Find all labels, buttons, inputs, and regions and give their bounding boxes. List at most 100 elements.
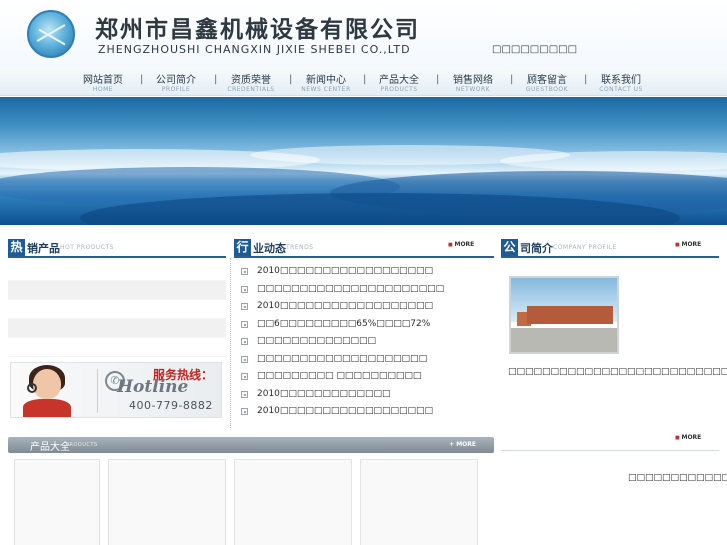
divider xyxy=(97,369,98,413)
list-item[interactable] xyxy=(8,319,226,338)
products-title-en: PRODUCTS xyxy=(66,442,98,448)
nav-item-guestbook[interactable]: 顾客留言 GUESTBOOK xyxy=(510,71,584,93)
news-title: □□□□□□□□□□□□□□ xyxy=(257,336,377,346)
news-title-first: 行 xyxy=(234,239,251,256)
news-item[interactable]: □□□□□□□□□□□□□□ xyxy=(236,334,494,352)
nav-label-en: CONTACT US xyxy=(599,86,643,93)
square-bullet-icon xyxy=(241,338,248,345)
company-profile-more-button[interactable]: MORE xyxy=(675,241,701,248)
nav-item-network[interactable]: 销售网络 NETWORK xyxy=(436,71,510,93)
nav-label-en: HOME xyxy=(92,86,114,93)
hot-products-list xyxy=(8,262,226,358)
news-item[interactable]: □□□□□□□□□□□□□□□□□□□□ xyxy=(236,352,494,370)
company-profile-title-first: 公 xyxy=(501,239,518,256)
news-item[interactable]: □□□□□□□□□ □□□□□□□□□□ xyxy=(236,369,494,387)
hotline-banner[interactable]: ✆ 服务热线： Hotline 400-779-8882 xyxy=(10,362,222,418)
nav-label: 公司简介 xyxy=(156,75,196,86)
news-title: 2010□□□□□□□□□□□□□ xyxy=(257,388,391,399)
nav-label: 销售网络 xyxy=(453,75,493,86)
company-profile-title-en: COMPANY PROFILE xyxy=(553,244,617,251)
hotline-number: 400-779-8882 xyxy=(129,399,213,412)
contact-text: □□□□□□□□□□□□□□□□“□□□□□□□□□”□□□□□□□□□□□□□… xyxy=(628,473,727,483)
news-title-en: TRENDS xyxy=(286,244,314,251)
hot-products-title: 销产品 xyxy=(27,242,60,255)
nav-label: 产品大全 xyxy=(379,75,419,86)
nav-item-credentials[interactable]: 资质荣誉 CREDENTIALS xyxy=(214,71,288,93)
hero-banner xyxy=(0,97,727,225)
products-more-button[interactable]: + MORE xyxy=(449,441,476,448)
nav-label-en: PROFILE xyxy=(161,86,191,93)
company-profile-body: □□□□□□□□□□□□□□□□□□□□□□□□□□□□□□□□□□□□□□□□… xyxy=(508,367,727,377)
nav-item-profile[interactable]: 公司简介 PROFILE xyxy=(139,71,213,93)
nav-label-en: NEWS CENTER xyxy=(301,86,351,93)
square-bullet-icon xyxy=(241,285,248,293)
company-name: 郑州市昌鑫机械设备有限公司 xyxy=(95,16,420,43)
nav-label-en: NETWORK xyxy=(455,86,491,93)
news-more-button[interactable]: MORE xyxy=(448,241,474,248)
news-header: 行 业动态 TRENDS MORE xyxy=(234,236,494,258)
square-bullet-icon xyxy=(241,303,248,310)
header-tagline: □□□□□□□□□ xyxy=(492,44,578,55)
company-profile-header: 公 司简介 COMPANY PROFILE MORE xyxy=(501,236,719,258)
hot-products-title-first: 热 xyxy=(8,239,25,256)
nav-item-contact[interactable]: 联系我们 CONTACT US xyxy=(584,71,658,93)
company-profile-text: □□□□□□□□□□□□□□□□□□□□□□□□□□□□□□□□□□□□□□□□… xyxy=(508,273,727,382)
products-title: 产品大全 xyxy=(30,442,70,453)
news-title: 2010□□□□□□□□□□□□□□□□□□ xyxy=(257,301,433,311)
nav-item-home[interactable]: 网站首页 HOME xyxy=(66,71,140,93)
nav-label-en: GUESTBOOK xyxy=(525,86,569,93)
logo-line xyxy=(36,24,66,42)
nav-label-en: PRODUCTS xyxy=(380,86,418,93)
news-item[interactable]: 2010□□□□□□□□□□□□□□□□□□ xyxy=(236,404,494,422)
company-name-en: ZHENGZHOUSHI CHANGXIN JIXIE SHEBEI CO.,L… xyxy=(98,43,411,56)
nav-label-en: CREDENTIALS xyxy=(227,86,275,93)
news-title: □□6□□□□□□□□□65%□□□□72% xyxy=(257,318,431,329)
square-bullet-icon xyxy=(241,373,248,380)
square-bullet-icon xyxy=(241,320,248,328)
list-item[interactable] xyxy=(8,300,226,319)
nav-item-products[interactable]: 产品大全 PRODUCTS xyxy=(362,71,436,93)
column-divider xyxy=(230,258,231,428)
news-title: 2010□□□□□□□□□□□□□□□□□□ xyxy=(257,266,433,276)
square-bullet-icon xyxy=(241,390,248,398)
product-card[interactable] xyxy=(234,459,352,545)
avatar-body xyxy=(23,399,71,417)
nav-label: 联系我们 xyxy=(601,75,641,86)
nav-label: 资质荣誉 xyxy=(231,75,271,86)
hotline-word: Hotline xyxy=(117,377,189,397)
list-item[interactable] xyxy=(8,338,226,357)
product-card[interactable] xyxy=(108,459,226,545)
news-item[interactable]: 2010□□□□□□□□□□□□□□□□□□ xyxy=(236,264,494,282)
product-card[interactable] xyxy=(14,459,100,545)
square-bullet-icon xyxy=(241,408,248,415)
news-title: □□□□□□□□□□□□□□□□□□□□ xyxy=(257,353,428,364)
page: 郑州市昌鑫机械设备有限公司 ZHENGZHOUSHI CHANGXIN JIXI… xyxy=(0,0,727,545)
nav-label: 顾客留言 xyxy=(527,75,567,86)
hot-products-header: 热 销产品 HOT PRODUCTS xyxy=(8,236,226,258)
list-item[interactable] xyxy=(8,281,226,300)
news-title: □□□□□□□□□□□□□□□□□□□□□□ xyxy=(257,283,445,294)
news-item[interactable]: □□□□□□□□□□□□□□□□□□□□□□ xyxy=(236,282,494,300)
square-bullet-icon xyxy=(241,268,248,275)
nav-label: 网站首页 xyxy=(83,75,123,86)
news-item[interactable]: 2010□□□□□□□□□□□□□□□□□□ xyxy=(236,299,494,317)
headset-icon xyxy=(27,383,37,393)
nav-item-news[interactable]: 新闻中心 NEWS CENTER xyxy=(289,71,363,93)
list-item[interactable] xyxy=(8,262,226,281)
square-bullet-icon xyxy=(241,355,248,363)
banner-cloud xyxy=(500,151,727,171)
news-title: □□□□□□□□□ □□□□□□□□□□ xyxy=(257,371,422,381)
product-card[interactable] xyxy=(360,459,478,545)
contact-more-button[interactable]: MORE xyxy=(675,434,701,441)
contact-header: MORE xyxy=(501,429,719,451)
company-profile-title: 司简介 xyxy=(520,242,553,255)
customer-service-avatar xyxy=(15,365,75,417)
news-title: 2010□□□□□□□□□□□□□□□□□□ xyxy=(257,406,433,416)
header: 郑州市昌鑫机械设备有限公司 ZHENGZHOUSHI CHANGXIN JIXI… xyxy=(0,0,727,68)
globe-logo-icon[interactable] xyxy=(27,10,75,58)
main-nav: 网站首页 HOME | 公司简介 PROFILE | 资质荣誉 CREDENTI… xyxy=(0,68,727,96)
photo-spacer xyxy=(508,273,622,363)
news-item[interactable]: 2010□□□□□□□□□□□□□ xyxy=(236,387,494,405)
hot-products-title-en: HOT PRODUCTS xyxy=(60,244,114,251)
news-item[interactable]: □□6□□□□□□□□□65%□□□□72% xyxy=(236,317,494,335)
